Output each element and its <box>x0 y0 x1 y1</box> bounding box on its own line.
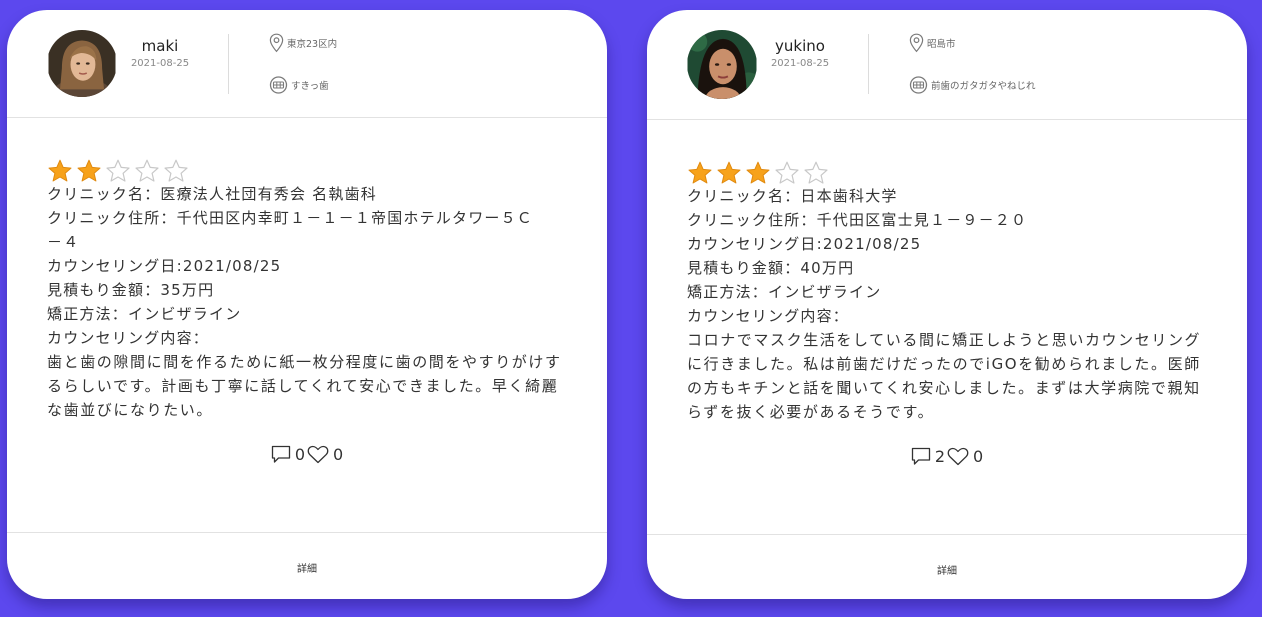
detail-link[interactable]: 詳細 <box>937 562 957 577</box>
location-pin-icon <box>269 33 284 53</box>
review-card: maki 2021-08-25 東京23区内 すきっ歯 クリニック名：医療法人社… <box>7 10 607 599</box>
comment-count-value: 2 <box>934 447 945 466</box>
location-row: 昭島市 <box>909 33 956 53</box>
comment-bubble-icon <box>911 447 930 465</box>
username[interactable]: maki <box>117 36 203 56</box>
clinic-name: クリニック名：医療法人社団有秀会 名執歯科 <box>47 185 377 203</box>
comment-count-value: 0 <box>294 445 305 464</box>
comment-count[interactable]: 2 <box>911 447 945 466</box>
location-text: 昭島市 <box>927 39 956 50</box>
location-row: 東京23区内 <box>269 33 337 53</box>
treatment-method: 矯正方法：インビザライン <box>47 305 242 323</box>
star-filled-icon <box>746 161 770 184</box>
username[interactable]: yukino <box>757 36 843 56</box>
teeth-icon <box>909 76 928 94</box>
header-divider <box>228 34 229 94</box>
header-divider <box>868 34 869 94</box>
counseling-content-label: カウンセリング内容： <box>47 329 210 347</box>
review-card: yukino 2021-08-25 昭島市 前歯のガタガタやねじれ クリニック名… <box>647 10 1247 599</box>
counseling-date: カウンセリング日:2021/08/25 <box>687 235 922 253</box>
like-count-value: 0 <box>333 445 344 464</box>
post-date: 2021-08-25 <box>130 58 190 69</box>
card-footer: 詳細 <box>647 534 1247 599</box>
post-date: 2021-08-25 <box>770 58 830 69</box>
like-count[interactable]: 0 <box>947 447 983 466</box>
like-count[interactable]: 0 <box>307 445 343 464</box>
avatar-photo-icon <box>48 30 116 97</box>
star-rating <box>687 160 1197 186</box>
heart-icon <box>307 445 329 464</box>
star-filled-icon <box>717 161 741 184</box>
estimate-amount: 見積もり金額：40万円 <box>687 259 855 277</box>
star-empty-icon <box>164 159 188 182</box>
review-details: クリニック名：日本歯科大学 クリニック住所：千代田区富士見１－９－２０ カウンセ… <box>687 184 1200 424</box>
review-details: クリニック名：医療法人社団有秀会 名執歯科 クリニック住所：千代田区内幸町１－１… <box>47 182 560 422</box>
avatar[interactable] <box>687 30 757 99</box>
treatment-method: 矯正方法：インビザライン <box>687 283 882 301</box>
star-filled-icon <box>688 161 712 184</box>
concern-text: 前歯のガタガタやねじれ <box>931 81 1036 92</box>
star-empty-icon <box>775 161 799 184</box>
user-info: maki 2021-08-25 <box>117 36 203 71</box>
concern-text: すきっ歯 <box>291 81 329 92</box>
review-stats: 0 0 <box>7 445 607 464</box>
comment-count[interactable]: 0 <box>271 445 305 464</box>
clinic-address: クリニック住所：千代田区内幸町１－１－１帝国ホテルタワー５Ｃ－４ <box>47 209 534 251</box>
card-footer: 詳細 <box>7 532 607 599</box>
counseling-content-label: カウンセリング内容： <box>687 307 850 325</box>
teeth-icon <box>269 76 288 94</box>
star-filled-icon <box>48 159 72 182</box>
concern-row: すきっ歯 <box>269 76 329 94</box>
star-rating <box>47 158 557 184</box>
star-filled-icon <box>77 159 101 182</box>
review-body: クリニック名：日本歯科大学 クリニック住所：千代田区富士見１－９－２０ カウンセ… <box>687 160 1200 424</box>
clinic-name: クリニック名：日本歯科大学 <box>687 187 898 205</box>
avatar-photo-icon <box>687 30 757 99</box>
star-empty-icon <box>135 159 159 182</box>
concern-row: 前歯のガタガタやねじれ <box>909 76 1036 94</box>
review-stats: 2 0 <box>647 447 1247 466</box>
card-header: maki 2021-08-25 東京23区内 すきっ歯 <box>7 10 607 118</box>
heart-icon <box>947 447 969 466</box>
review-comment: コロナでマスク生活をしている間に矯正しようと思いカウンセリングに行きました。私は… <box>687 331 1202 421</box>
star-empty-icon <box>804 161 828 184</box>
counseling-date: カウンセリング日:2021/08/25 <box>47 257 282 275</box>
clinic-address: クリニック住所：千代田区富士見１－９－２０ <box>687 211 1028 229</box>
detail-link[interactable]: 詳細 <box>297 560 317 575</box>
card-header: yukino 2021-08-25 昭島市 前歯のガタガタやねじれ <box>647 10 1247 120</box>
user-info: yukino 2021-08-25 <box>757 36 843 71</box>
review-body: クリニック名：医療法人社団有秀会 名執歯科 クリニック住所：千代田区内幸町１－１… <box>47 158 560 422</box>
star-empty-icon <box>106 159 130 182</box>
avatar[interactable] <box>47 30 117 97</box>
comment-bubble-icon <box>271 445 290 463</box>
location-text: 東京23区内 <box>287 39 338 50</box>
location-pin-icon <box>909 33 924 53</box>
estimate-amount: 見積もり金額：35万円 <box>47 281 215 299</box>
like-count-value: 0 <box>973 447 984 466</box>
review-comment: 歯と歯の隙間に間を作るために紙一枚分程度に歯の間をやすりがけするらしいです。計画… <box>47 353 562 419</box>
